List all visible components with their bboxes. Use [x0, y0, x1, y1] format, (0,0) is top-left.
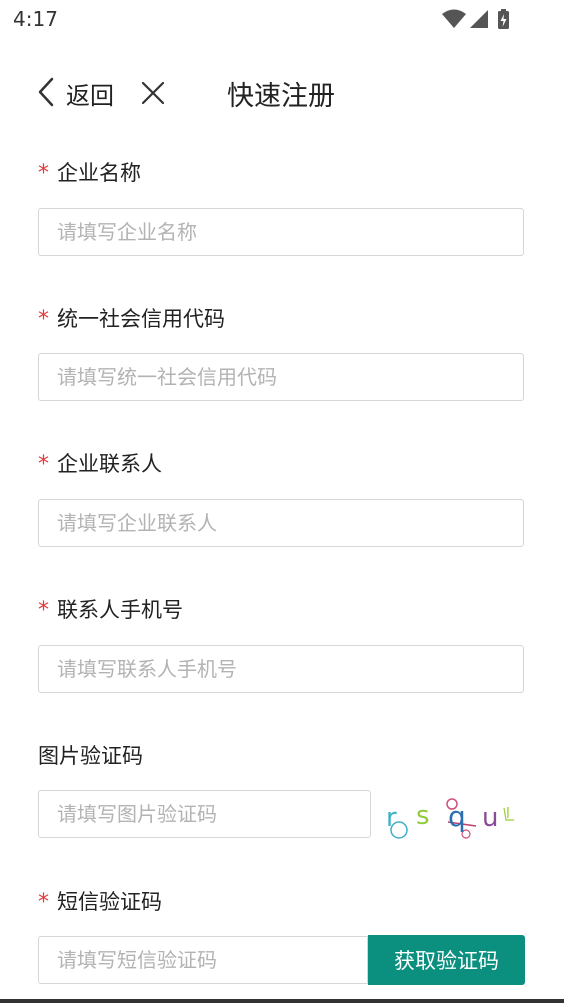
phone-input[interactable] [38, 645, 524, 693]
svg-text:q: q [448, 800, 466, 833]
company-name-label-text: 企业名称 [57, 161, 141, 185]
company-name-label: * 企业名称 [38, 157, 141, 187]
image-captcha-label: 图片验证码 [38, 740, 143, 770]
svg-text:s: s [416, 801, 430, 831]
contact-label: * 企业联系人 [38, 448, 162, 478]
status-bar: 4:17 [0, 0, 564, 40]
get-sms-code-button[interactable]: 获取验证码 [368, 935, 525, 985]
status-icons [442, 9, 509, 29]
phone-label: * 联系人手机号 [38, 594, 183, 624]
status-time: 4:17 [13, 7, 58, 31]
nav-bar: 返回 快速注册 [0, 62, 564, 122]
required-mark: * [38, 161, 49, 186]
bottom-divider [0, 999, 564, 1003]
sms-code-label-text: 短信验证码 [57, 890, 162, 914]
sms-code-input[interactable] [38, 936, 368, 984]
sms-code-label: * 短信验证码 [38, 886, 162, 916]
wifi-icon [442, 9, 466, 28]
required-mark: * [38, 452, 49, 477]
image-captcha-label-text: 图片验证码 [38, 744, 143, 768]
credit-code-label: * 统一社会信用代码 [38, 303, 225, 333]
close-icon[interactable] [140, 80, 166, 106]
credit-code-label-text: 统一社会信用代码 [57, 307, 225, 331]
required-mark: * [38, 890, 49, 915]
captcha-image[interactable]: r s q u l [382, 792, 522, 842]
image-captcha-input[interactable] [38, 790, 371, 838]
phone-label-text: 联系人手机号 [57, 598, 183, 622]
back-button[interactable]: 返回 [66, 76, 114, 111]
captcha-text: r [386, 803, 397, 833]
svg-text:u: u [482, 803, 498, 833]
battery-charging-icon [498, 9, 509, 29]
credit-code-input[interactable] [38, 353, 524, 401]
page-title: 快速注册 [227, 81, 335, 112]
required-mark: * [38, 307, 49, 332]
chevron-left-icon[interactable] [36, 76, 56, 108]
required-mark: * [38, 598, 49, 623]
signal-icon [470, 10, 488, 28]
svg-text:l: l [506, 806, 510, 822]
contact-label-text: 企业联系人 [57, 452, 162, 476]
contact-input[interactable] [38, 499, 524, 547]
company-name-input[interactable] [38, 208, 524, 256]
